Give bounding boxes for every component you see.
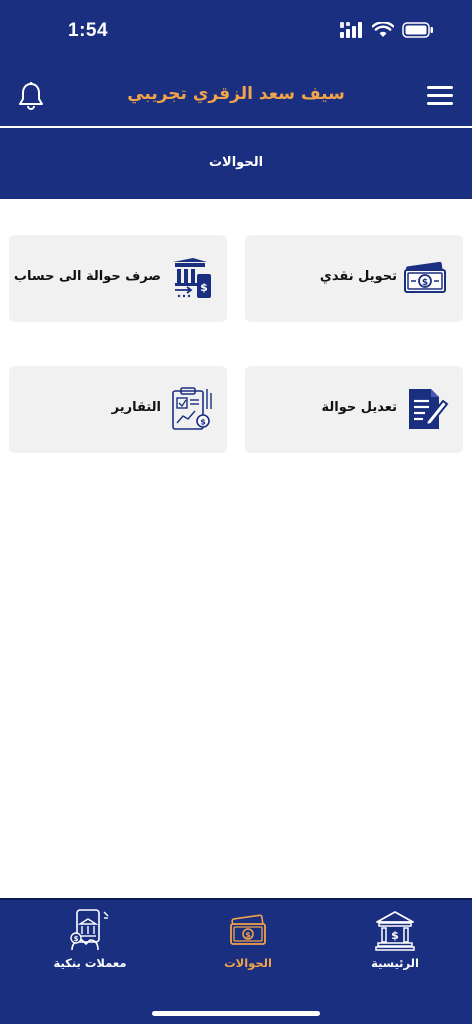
bell-icon[interactable] bbox=[17, 81, 45, 111]
section-title: الحوالات bbox=[208, 155, 264, 170]
section-header: الحوالات bbox=[0, 128, 472, 199]
signal-icon bbox=[340, 22, 362, 38]
svg-text:$: $ bbox=[391, 929, 399, 942]
app-header: سيف سعد الزقري تجريبي bbox=[0, 62, 472, 127]
status-time: 1:54 bbox=[68, 20, 109, 41]
reports-card[interactable]: $ التقارير bbox=[9, 366, 227, 453]
svg-text:$: $ bbox=[200, 418, 206, 427]
edit-document-icon bbox=[409, 389, 449, 429]
svg-text:$: $ bbox=[245, 931, 251, 940]
bottom-navigation: $ الرئيسية $ الحوالات $ معملات بنكية bbox=[0, 898, 472, 1024]
cash-transfer-label: تحويل نقدي bbox=[319, 269, 397, 284]
battery-icon bbox=[402, 22, 433, 38]
edit-transfer-label: تعديل حوالة bbox=[321, 400, 397, 415]
reports-label: التقارير bbox=[111, 400, 161, 415]
home-indicator[interactable] bbox=[152, 1011, 320, 1016]
svg-text:$: $ bbox=[200, 281, 208, 294]
app-title: سيف سعد الزقري تجريبي bbox=[127, 84, 345, 104]
nav-item-home[interactable]: $ الرئيسية bbox=[340, 908, 450, 980]
bank-phone-icon: $ bbox=[70, 909, 109, 951]
edit-transfer-card[interactable]: تعديل حوالة bbox=[245, 366, 463, 453]
nav-item-transfers[interactable]: $ الحوالات bbox=[193, 908, 303, 980]
bank-building-icon: $ bbox=[375, 911, 415, 951]
bank-transfer-icon: $ bbox=[173, 258, 211, 298]
cash-transfer-card[interactable]: $ تحويل نقدي bbox=[245, 235, 463, 322]
wifi-icon bbox=[372, 22, 394, 37]
menu-icon[interactable] bbox=[427, 86, 453, 106]
nav-label-home: الرئيسية bbox=[371, 956, 419, 970]
nav-label-bank-transactions: معملات بنكية bbox=[53, 956, 127, 970]
svg-text:$: $ bbox=[74, 935, 79, 943]
status-bar: 1:54 bbox=[0, 0, 472, 62]
cash-money-icon: $ bbox=[230, 914, 266, 945]
svg-text:$: $ bbox=[422, 278, 428, 288]
top-bar: 1:54 سيف سعد الزقري تجريبي bbox=[0, 0, 472, 127]
status-icons bbox=[340, 22, 434, 38]
report-clipboard-icon: $ bbox=[172, 387, 212, 430]
nav-item-bank-transactions[interactable]: $ معملات بنكية bbox=[35, 908, 145, 980]
bank-payout-card[interactable]: $ صرف حوالة الى حساب bbox=[9, 235, 227, 322]
nav-label-transfers: الحوالات bbox=[224, 956, 272, 970]
cash-money-icon: $ bbox=[404, 261, 446, 293]
bank-payout-label: صرف حوالة الى حساب bbox=[13, 269, 161, 284]
